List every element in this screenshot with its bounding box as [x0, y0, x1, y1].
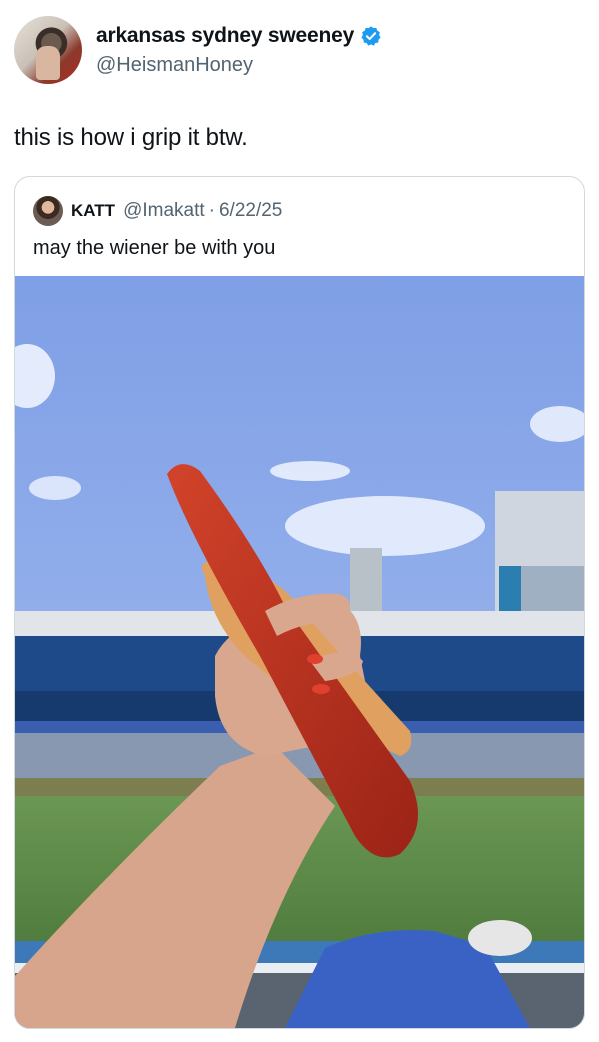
author-avatar[interactable] — [14, 16, 82, 84]
tweet-header: arkansas sydney sweeney @HeismanHoney — [14, 16, 585, 84]
author-display-name[interactable]: arkansas sydney sweeney — [96, 24, 354, 48]
quoted-author-avatar[interactable] — [33, 196, 63, 226]
tweet-text: this is how i grip it btw. — [14, 124, 248, 151]
author-handle[interactable]: @HeismanHoney — [96, 54, 253, 77]
quoted-photo[interactable] — [15, 276, 584, 1028]
separator-dot: · — [208, 200, 215, 221]
quoted-header: KATT @Imakatt · 6/22/25 — [33, 195, 282, 227]
quoted-text: may the wiener be with you — [33, 237, 276, 259]
quoted-tweet-card[interactable]: KATT @Imakatt · 6/22/25 may the wiener b… — [14, 176, 585, 1029]
hotdog-stadium-photo — [15, 276, 584, 1028]
verified-badge-icon — [361, 26, 381, 46]
quoted-author-name[interactable]: KATT — [71, 201, 115, 221]
author-name-row: arkansas sydney sweeney — [96, 24, 382, 48]
quoted-author-handle[interactable]: @Imakatt — [123, 200, 205, 222]
quoted-date[interactable]: 6/22/25 — [219, 200, 282, 222]
